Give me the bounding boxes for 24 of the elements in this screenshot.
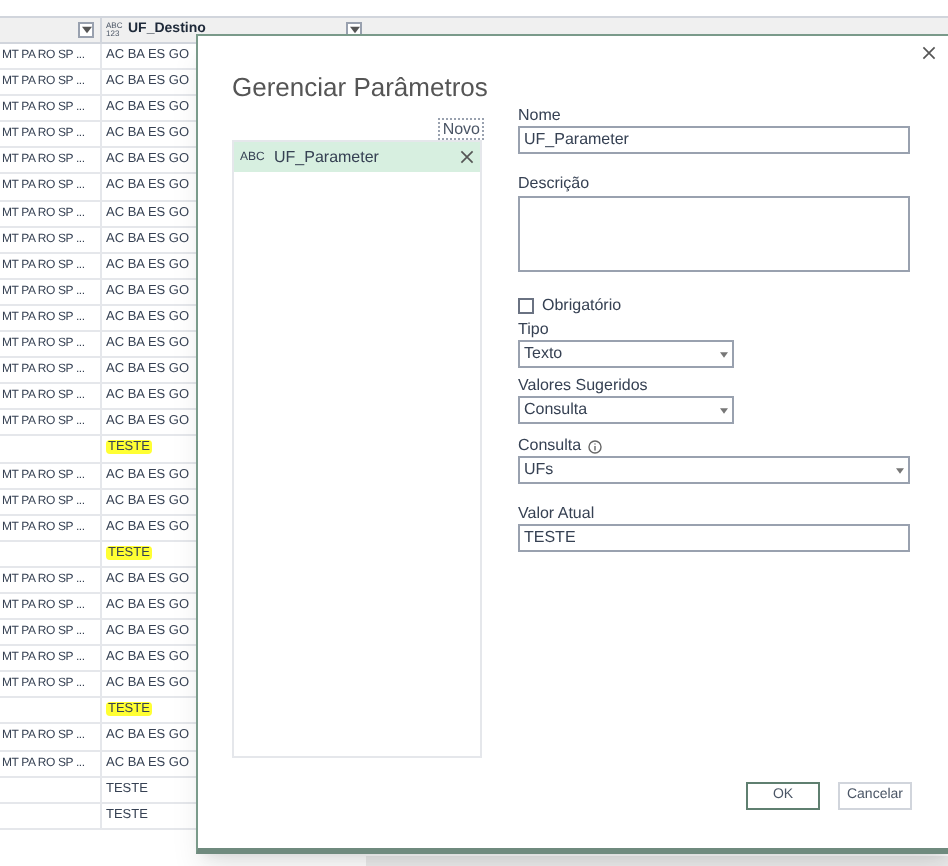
dropdown-button[interactable] — [78, 22, 94, 38]
caret-icon — [81, 26, 91, 34]
checkbox-label: Obrigatório — [542, 296, 622, 316]
close-icon[interactable] — [922, 46, 936, 60]
caret-icon — [720, 407, 728, 413]
field-label: Valor Atual — [518, 504, 597, 524]
parameter-name: UF_Parameter — [274, 145, 381, 169]
close-icon[interactable] — [460, 150, 474, 164]
dialog-title: Gerenciar Parâmetros — [232, 72, 488, 104]
input-field[interactable]: UF_Parameter — [518, 126, 910, 154]
caret-icon — [720, 351, 728, 357]
info-icon — [587, 439, 602, 453]
field-label: Consulta — [518, 436, 582, 456]
dropdown-field[interactable]: Texto — [518, 340, 734, 368]
description-field[interactable] — [518, 196, 910, 272]
field-label: Nome — [518, 106, 563, 126]
field-label: Valores Sugeridos — [518, 376, 650, 396]
field-label: Tipo — [518, 320, 551, 340]
input-field[interactable]: TESTE — [518, 524, 910, 552]
dropdown-field[interactable]: UFs — [518, 456, 910, 484]
caret-icon — [896, 467, 904, 473]
checkbox[interactable] — [518, 298, 534, 314]
field-label: Descrição — [518, 174, 592, 194]
dropdown-field[interactable]: Consulta — [518, 396, 734, 424]
